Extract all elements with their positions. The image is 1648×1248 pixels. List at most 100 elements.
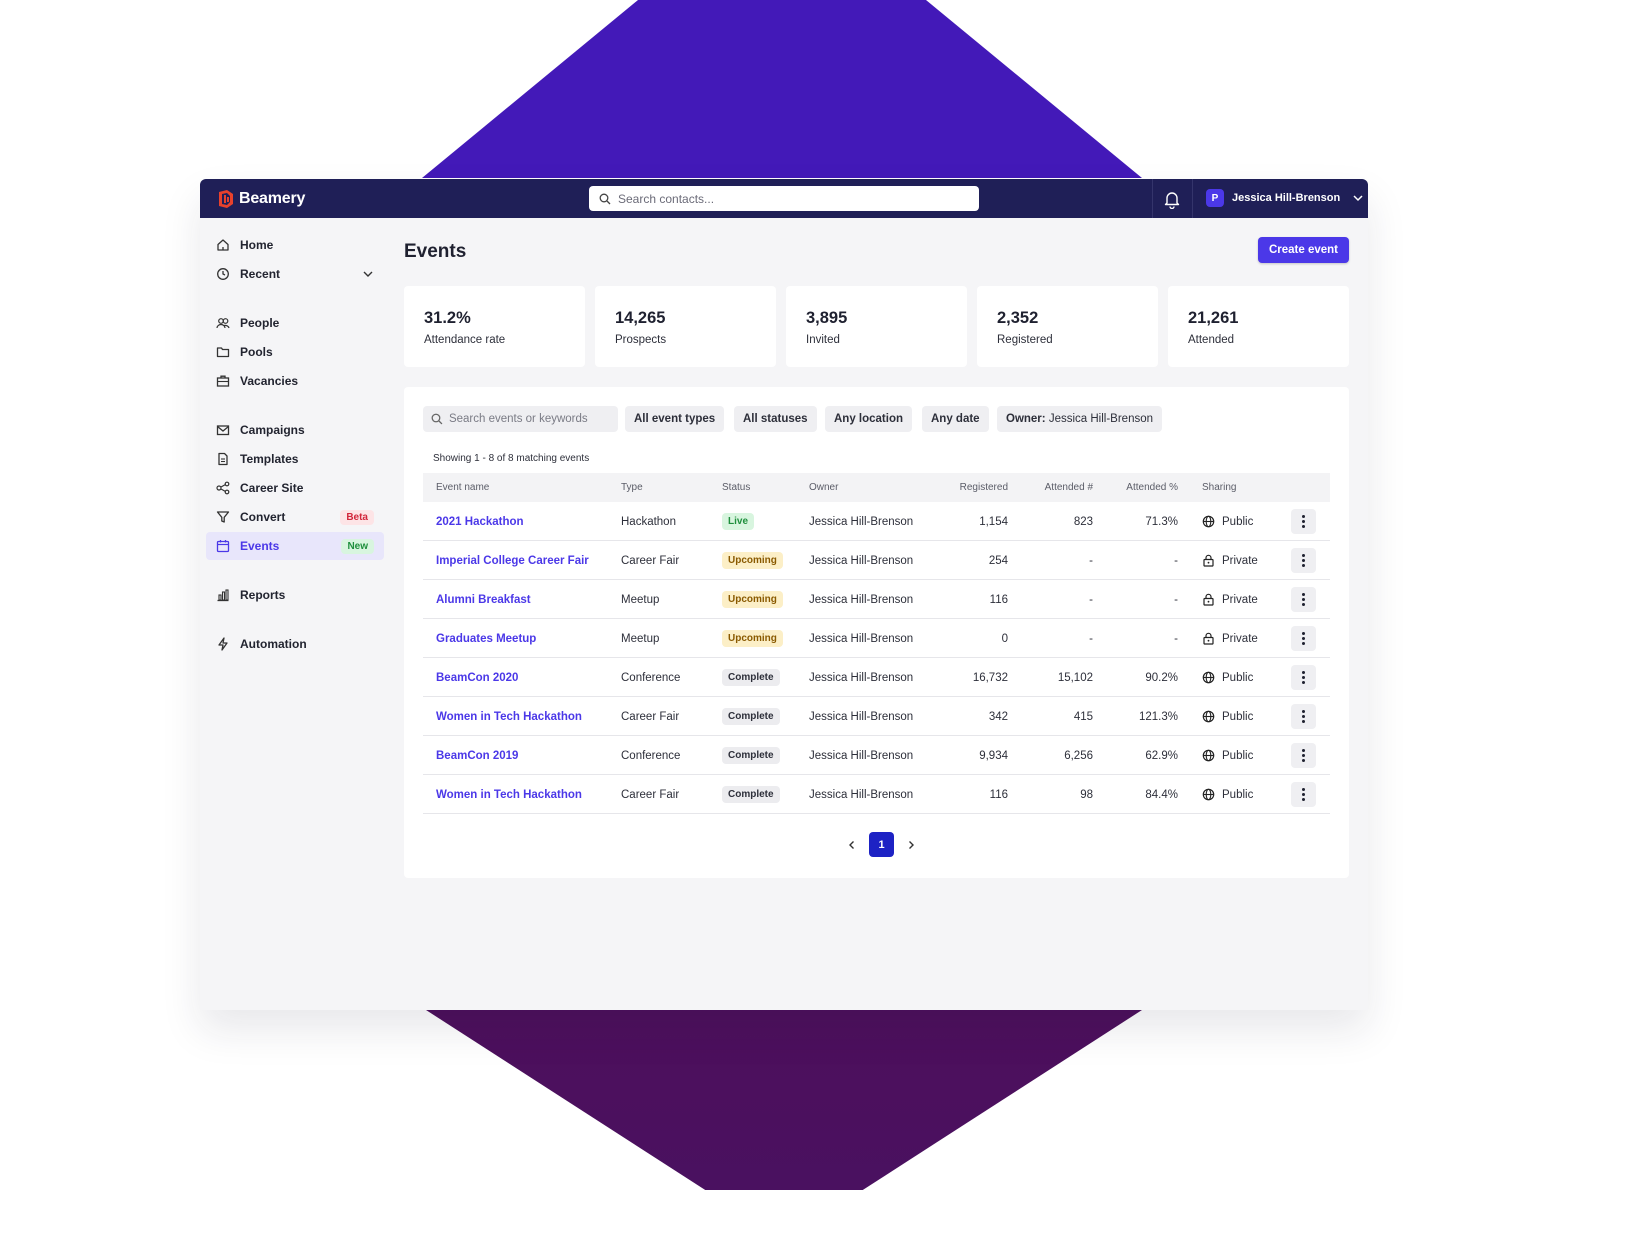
table-row[interactable]: Women in Tech Hackathon Career Fair Comp…	[423, 775, 1330, 814]
brand-logo[interactable]: Beamery	[215, 189, 305, 209]
table-row[interactable]: BeamCon 2019 Conference Complete Jessica…	[423, 736, 1330, 775]
next-page-button[interactable]	[899, 833, 923, 857]
more-options-button[interactable]	[1291, 548, 1316, 573]
more-options-button[interactable]	[1291, 509, 1316, 534]
column-header-registered[interactable]: Registered	[960, 482, 1008, 493]
previous-page-button[interactable]	[840, 833, 864, 857]
sidebar-item-pools[interactable]: Pools	[206, 338, 384, 366]
filter-icon	[216, 511, 230, 523]
attended-count: 98	[1080, 788, 1093, 801]
sidebar-item-home[interactable]: Home	[206, 231, 384, 259]
beta-badge: Beta	[340, 509, 374, 525]
chevron-right-icon	[909, 840, 914, 849]
sidebar-item-convert[interactable]: Convert Beta	[206, 503, 384, 531]
more-options-button[interactable]	[1291, 665, 1316, 690]
sidebar-item-automation[interactable]: Automation	[206, 630, 384, 658]
more-options-button[interactable]	[1291, 743, 1316, 768]
column-header-sharing[interactable]: Sharing	[1202, 482, 1236, 493]
user-name: Jessica Hill-Brenson	[1232, 192, 1341, 204]
table-row[interactable]: 2021 Hackathon Hackathon Live Jessica Hi…	[423, 502, 1330, 541]
event-name-link[interactable]: 2021 Hackathon	[436, 516, 524, 528]
stat-value: 21,261	[1188, 309, 1239, 327]
sharing-value: Public	[1222, 788, 1254, 801]
filter-owner[interactable]: Owner: Jessica Hill-Brenson	[997, 406, 1163, 432]
sidebar-item-career-site[interactable]: Career Site	[206, 474, 384, 502]
create-event-button[interactable]: Create event	[1258, 237, 1349, 263]
new-badge: New	[341, 538, 374, 554]
stat-label: Invited	[806, 334, 840, 346]
column-header-owner[interactable]: Owner	[809, 482, 838, 493]
events-table: Event name Type Status Owner Registered …	[423, 473, 1330, 814]
page-button-current[interactable]: 1	[869, 832, 894, 857]
filter-date[interactable]: Any date	[922, 406, 989, 432]
table-row[interactable]: Women in Tech Hackathon Career Fair Comp…	[423, 697, 1330, 736]
column-header-attended-percent[interactable]: Attended %	[1126, 482, 1178, 493]
event-name-link[interactable]: BeamCon 2019	[436, 750, 518, 762]
table-row[interactable]: Alumni Breakfast Meetup Upcoming Jessica…	[423, 580, 1330, 619]
sharing-value: Private	[1222, 593, 1258, 606]
stat-card-prospects: 14,265 Prospects	[595, 286, 776, 367]
event-owner: Jessica Hill-Brenson	[809, 749, 914, 762]
column-header-type[interactable]: Type	[621, 482, 643, 493]
calendar-icon	[216, 540, 230, 553]
sidebar-item-events[interactable]: Events New	[206, 532, 384, 560]
event-type: Conference	[621, 749, 681, 762]
sidebar-item-label: Campaigns	[240, 423, 305, 437]
sidebar-item-vacancies[interactable]: Vacancies	[206, 367, 384, 395]
beamery-logo-icon	[219, 189, 233, 208]
sidebar-item-label: Home	[240, 238, 274, 252]
sidebar-item-label: Career Site	[240, 481, 304, 495]
lock-icon	[1202, 593, 1215, 606]
table-row[interactable]: BeamCon 2020 Conference Complete Jessica…	[423, 658, 1330, 697]
sidebar-item-templates[interactable]: Templates	[206, 445, 384, 473]
sidebar-item-label: Events	[240, 539, 280, 553]
stat-value: 14,265	[615, 309, 666, 327]
attended-percent: 121.3%	[1138, 710, 1178, 723]
more-options-button[interactable]	[1291, 782, 1316, 807]
column-header-status[interactable]: Status	[722, 482, 750, 493]
sidebar-item-label: Pools	[240, 345, 273, 359]
column-header-attended-count[interactable]: Attended #	[1045, 482, 1093, 493]
sidebar-item-reports[interactable]: Reports	[206, 581, 384, 609]
column-header-event-name[interactable]: Event name	[436, 482, 489, 493]
filter-statuses[interactable]: All statuses	[734, 406, 817, 432]
sidebar-item-label: Templates	[240, 452, 299, 466]
event-name-link[interactable]: BeamCon 2020	[436, 672, 518, 684]
user-menu[interactable]: P Jessica Hill-Brenson	[1206, 189, 1364, 207]
chevron-down-icon[interactable]	[362, 268, 374, 280]
stat-label: Attended	[1188, 334, 1235, 346]
attended-percent: 84.4%	[1145, 788, 1178, 801]
filter-owner-label: Owner:	[1006, 413, 1046, 425]
filter-location[interactable]: Any location	[825, 406, 913, 432]
stat-card-invited: 3,895 Invited	[786, 286, 967, 367]
events-search[interactable]	[423, 406, 618, 432]
filter-event-types[interactable]: All event types	[625, 406, 725, 432]
attended-percent: -	[1174, 554, 1178, 567]
table-body: 2021 Hackathon Hackathon Live Jessica Hi…	[423, 502, 1330, 814]
event-owner: Jessica Hill-Brenson	[809, 632, 914, 645]
status-badge: Complete	[722, 747, 780, 764]
event-name-link[interactable]: Imperial College Career Fair	[436, 555, 589, 567]
sidebar-item-recent[interactable]: Recent	[206, 260, 384, 288]
more-options-button[interactable]	[1291, 704, 1316, 729]
table-row[interactable]: Graduates Meetup Meetup Upcoming Jessica…	[423, 619, 1330, 658]
event-name-link[interactable]: Graduates Meetup	[436, 633, 536, 645]
attended-percent: -	[1174, 593, 1178, 606]
sidebar-item-people[interactable]: People	[206, 309, 384, 337]
event-name-link[interactable]: Women in Tech Hackathon	[436, 789, 582, 801]
event-name-link[interactable]: Alumni Breakfast	[436, 594, 531, 606]
sharing-value: Private	[1222, 554, 1258, 567]
contacts-search[interactable]	[589, 186, 979, 211]
table-row[interactable]: Imperial College Career Fair Career Fair…	[423, 541, 1330, 580]
events-search-input[interactable]	[448, 413, 618, 425]
event-name-link[interactable]: Women in Tech Hackathon	[436, 711, 582, 723]
sidebar-item-campaigns[interactable]: Campaigns	[206, 416, 384, 444]
sharing-value: Private	[1222, 632, 1258, 645]
search-icon	[431, 413, 443, 425]
more-options-button[interactable]	[1291, 626, 1316, 651]
attended-count: 15,102	[1057, 671, 1093, 684]
sharing-value: Public	[1222, 710, 1254, 723]
contacts-search-input[interactable]	[618, 191, 958, 206]
more-options-button[interactable]	[1291, 587, 1316, 612]
notifications-bell-icon[interactable]	[1162, 189, 1182, 209]
